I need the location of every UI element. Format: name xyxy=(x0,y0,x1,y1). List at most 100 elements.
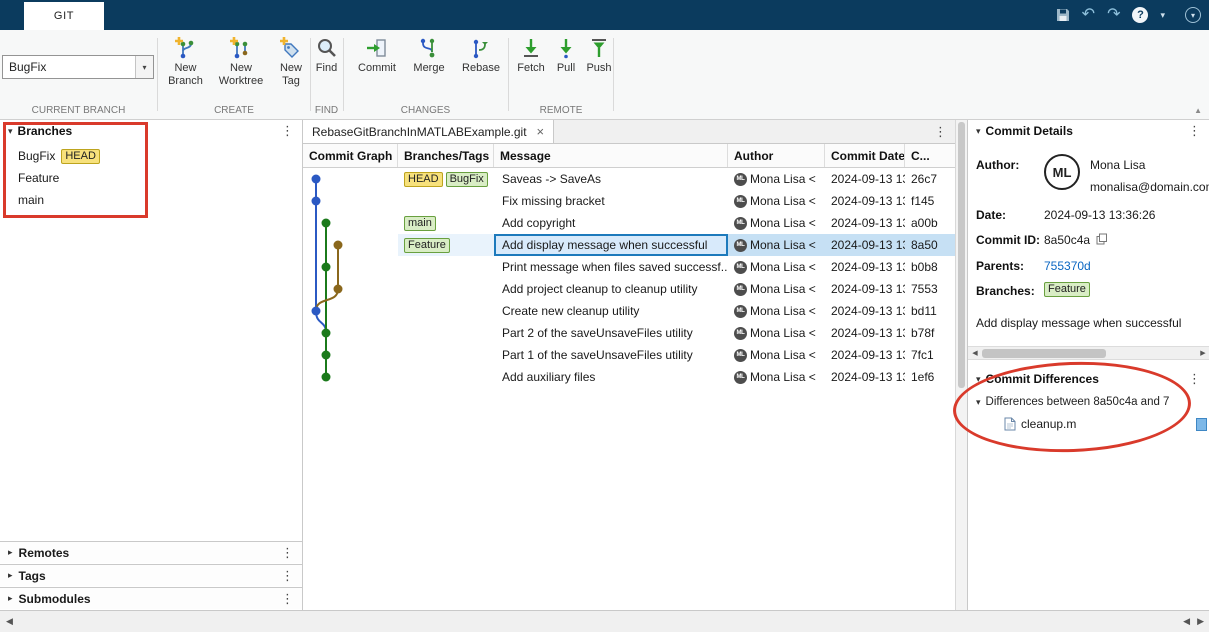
new-worktree-button[interactable]: New Worktree xyxy=(214,32,268,87)
find-button[interactable]: Find xyxy=(311,32,342,75)
commit-details-title: Commit Details xyxy=(985,124,1073,138)
commit-message: Part 1 of the saveUnsaveFiles utility xyxy=(502,348,693,362)
differences-group[interactable]: ▾ Differences between 8a50c4a and 7 xyxy=(976,396,1169,408)
scroll-left-icon[interactable]: ◀ xyxy=(968,349,982,357)
avatar: ML xyxy=(734,172,747,186)
tags-panel-header[interactable]: ▸ Tags ⋮ xyxy=(0,564,302,586)
column-author[interactable]: Author xyxy=(728,144,825,167)
save-icon[interactable] xyxy=(1056,8,1070,22)
avatar: ML xyxy=(734,304,747,318)
commit-differences-menu-icon[interactable]: ⋮ xyxy=(1188,371,1201,387)
submodules-panel-header[interactable]: ▸ Submodules ⋮ xyxy=(0,587,302,609)
branch-item-feature[interactable]: Feature xyxy=(0,168,302,188)
commit-row[interactable]: Print message when files saved successf.… xyxy=(303,256,955,278)
collapse-ribbon-icon[interactable]: ▲ xyxy=(1194,106,1202,115)
undo-icon[interactable]: ↶ xyxy=(1082,7,1095,23)
scrollbar-thumb[interactable] xyxy=(958,122,965,388)
commit-row[interactable]: Fix missing bracket ML Mona Lisa < 2024-0… xyxy=(303,190,955,212)
repository-tab[interactable]: RebaseGitBranchInMATLABExample.git × xyxy=(303,120,555,143)
branch-name: BugFix xyxy=(18,149,56,163)
file-action-icon[interactable] xyxy=(1196,418,1207,431)
column-branches-tags[interactable]: Branches/Tags xyxy=(398,144,494,167)
commit-message: Saveas -> SaveAs xyxy=(502,172,602,186)
commit-author: Mona Lisa < xyxy=(750,172,816,186)
new-branch-icon xyxy=(174,37,193,59)
commit-message: Add copyright xyxy=(502,216,576,230)
tabbar-menu-icon[interactable]: ⋮ xyxy=(934,124,947,140)
expand-triangle-icon[interactable]: ▸ xyxy=(8,593,13,604)
commit-id: 7fc1 xyxy=(911,348,934,362)
commit-row[interactable]: Part 2 of the saveUnsaveFiles utility ML… xyxy=(303,322,955,344)
commit-row[interactable]: HEAD BugFix Saveas -> SaveAs ML Mona Lisa… xyxy=(303,168,955,190)
column-message[interactable]: Message xyxy=(494,144,728,167)
new-branch-button[interactable]: New Branch xyxy=(162,32,209,87)
collapse-triangle-icon[interactable]: ▾ xyxy=(976,126,981,137)
submodules-menu-icon[interactable]: ⋮ xyxy=(281,591,294,607)
commit-row[interactable]: Part 1 of the saveUnsaveFiles utility ML… xyxy=(303,344,955,366)
column-commit-graph[interactable]: Commit Graph xyxy=(303,144,398,167)
avatar: ML xyxy=(734,282,747,296)
expand-triangle-icon[interactable]: ▸ xyxy=(8,547,13,558)
commit-row-selected[interactable]: Feature Add display message when success… xyxy=(303,234,955,256)
current-branch-value: BugFix xyxy=(9,60,47,74)
bottom-scroll-strip: ◀ ◀ ▶ xyxy=(0,610,1209,632)
push-icon xyxy=(592,39,606,57)
column-commit-date[interactable]: Commit Date xyxy=(825,144,905,167)
collapse-triangle-icon[interactable]: ▾ xyxy=(976,374,981,385)
redo-icon[interactable]: ↷ xyxy=(1107,7,1120,23)
ribbon: BugFix ▾ CURRENT BRANCH New Branch New W… xyxy=(0,30,1209,120)
new-tag-icon xyxy=(280,37,299,58)
pane-right-icon[interactable]: ▶ xyxy=(1197,616,1204,627)
scroll-left-icon[interactable]: ◀ xyxy=(6,616,13,627)
parent-commit-link[interactable]: 755370d xyxy=(1044,259,1091,273)
pull-button[interactable]: Pull xyxy=(551,32,581,75)
commit-details-menu-icon[interactable]: ⋮ xyxy=(1188,123,1201,139)
rebase-button[interactable]: Rebase xyxy=(458,32,504,75)
commit-differences-header[interactable]: ▾ Commit Differences ⋮ xyxy=(968,368,1209,390)
expand-triangle-icon[interactable]: ▸ xyxy=(8,570,13,581)
toolstrip-menu-icon[interactable]: ▾ xyxy=(1185,7,1201,23)
commit-id: bd11 xyxy=(911,304,937,318)
remotes-menu-icon[interactable]: ⋮ xyxy=(281,545,294,561)
pane-left-icon[interactable]: ◀ xyxy=(1183,616,1190,627)
commit-row[interactable]: main Add copyright ML Mona Lisa < 2024-09… xyxy=(303,212,955,234)
column-commit-id[interactable]: C... xyxy=(905,144,955,167)
tags-menu-icon[interactable]: ⋮ xyxy=(281,568,294,584)
commit-row[interactable]: Add auxiliary files ML Mona Lisa < 2024-0… xyxy=(303,366,955,388)
remotes-panel-header[interactable]: ▸ Remotes ⋮ xyxy=(0,541,302,563)
branch-badge: BugFix xyxy=(445,171,488,187)
close-icon[interactable]: × xyxy=(537,125,545,138)
scrollbar-thumb[interactable] xyxy=(982,349,1107,358)
branches-menu-icon[interactable]: ⋮ xyxy=(281,123,294,139)
branch-item-bugfix[interactable]: BugFix HEAD xyxy=(0,146,302,166)
section-current-branch: BugFix ▾ CURRENT BRANCH xyxy=(0,30,157,119)
document-tab-bar: RebaseGitBranchInMATLABExample.git × ⋮ xyxy=(303,120,955,144)
commit-message: Part 2 of the saveUnsaveFiles utility xyxy=(502,326,693,340)
copy-icon[interactable] xyxy=(1096,233,1108,245)
avatar: ML xyxy=(734,194,747,208)
commit-message: Add display message when successful xyxy=(494,234,728,256)
chevron-down-icon[interactable]: ▾ xyxy=(135,56,153,78)
tab-git[interactable]: GIT xyxy=(24,2,104,30)
commit-button[interactable]: Commit xyxy=(354,32,400,75)
merge-button[interactable]: Merge xyxy=(408,32,450,75)
push-button[interactable]: Push xyxy=(583,32,615,75)
branch-item-main[interactable]: main xyxy=(0,190,302,210)
horizontal-scrollbar[interactable]: ◀ ▶ xyxy=(968,346,1209,360)
commit-details-header[interactable]: ▾ Commit Details ⋮ xyxy=(968,120,1209,142)
new-tag-button[interactable]: New Tag xyxy=(273,32,309,87)
commit-row[interactable]: Add project cleanup to cleanup utility M… xyxy=(303,278,955,300)
scroll-right-icon[interactable]: ▶ xyxy=(1196,349,1209,357)
commit-row[interactable]: Create new cleanup utility ML Mona Lisa <… xyxy=(303,300,955,322)
help-dropdown-icon[interactable]: ▾ xyxy=(1160,10,1165,21)
current-branch-dropdown[interactable]: BugFix ▾ xyxy=(2,55,154,79)
changed-file-row[interactable]: cleanup.m xyxy=(1004,417,1076,431)
fetch-button[interactable]: Fetch xyxy=(513,32,549,75)
vertical-scrollbar[interactable] xyxy=(955,120,967,610)
collapse-triangle-icon[interactable]: ▾ xyxy=(976,397,981,408)
help-icon[interactable]: ? xyxy=(1132,7,1149,23)
commit-message: Add project cleanup to cleanup utility xyxy=(502,282,698,296)
branches-panel-header[interactable]: ▾ Branches ⋮ xyxy=(0,120,302,142)
collapse-triangle-icon[interactable]: ▾ xyxy=(8,126,13,137)
tags-title: Tags xyxy=(18,568,46,583)
